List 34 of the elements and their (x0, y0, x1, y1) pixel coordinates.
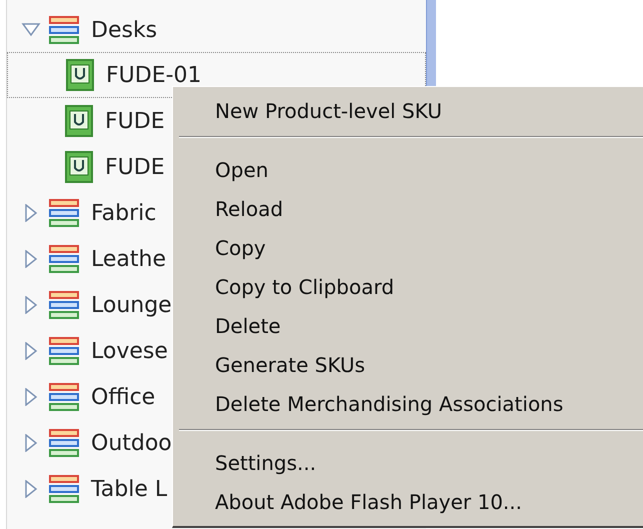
menu-item[interactable]: Delete Merchandising Associations (173, 384, 643, 423)
tree-item[interactable]: Fabric (87, 200, 160, 226)
collapse-arrow-icon[interactable] (21, 21, 41, 39)
menu-item[interactable]: About Adobe Flash Player 10... (173, 482, 643, 521)
menu-item[interactable]: New Product-level SKU (173, 91, 643, 130)
menu-item[interactable]: Delete (173, 306, 643, 345)
menu-item[interactable]: Copy to Clipboard (173, 267, 643, 306)
tree-item[interactable]: Desks (87, 18, 162, 42)
menu-item[interactable]: Generate SKUs (173, 345, 643, 384)
tree-item[interactable]: Leathe (87, 246, 170, 272)
tree-item[interactable]: Office (87, 384, 160, 410)
tree-item[interactable]: Lovese (87, 338, 172, 364)
menu-item[interactable]: Open (173, 150, 643, 189)
tree-item[interactable]: Table L (87, 476, 172, 502)
list-icon (49, 290, 79, 320)
list-icon (49, 336, 79, 366)
product-icon (65, 151, 93, 183)
list-icon (49, 15, 79, 45)
tree-item[interactable]: Outdoo (87, 430, 176, 456)
tree-item[interactable]: FUDE (101, 154, 169, 180)
list-icon (49, 428, 79, 458)
list-icon (49, 244, 79, 274)
product-icon (65, 105, 93, 137)
list-icon (49, 382, 79, 412)
product-icon (66, 59, 94, 91)
tree-item[interactable]: FUDE-01 (102, 62, 206, 88)
scrollbar[interactable] (426, 0, 436, 86)
list-icon (49, 474, 79, 504)
menu-item[interactable]: Reload (173, 189, 643, 228)
list-icon (49, 198, 79, 228)
tree-item[interactable]: Lounge (87, 292, 176, 318)
menu-item[interactable]: Settings... (173, 443, 643, 482)
tree-item[interactable]: FUDE (101, 108, 169, 134)
menu-item[interactable]: Copy (173, 228, 643, 267)
